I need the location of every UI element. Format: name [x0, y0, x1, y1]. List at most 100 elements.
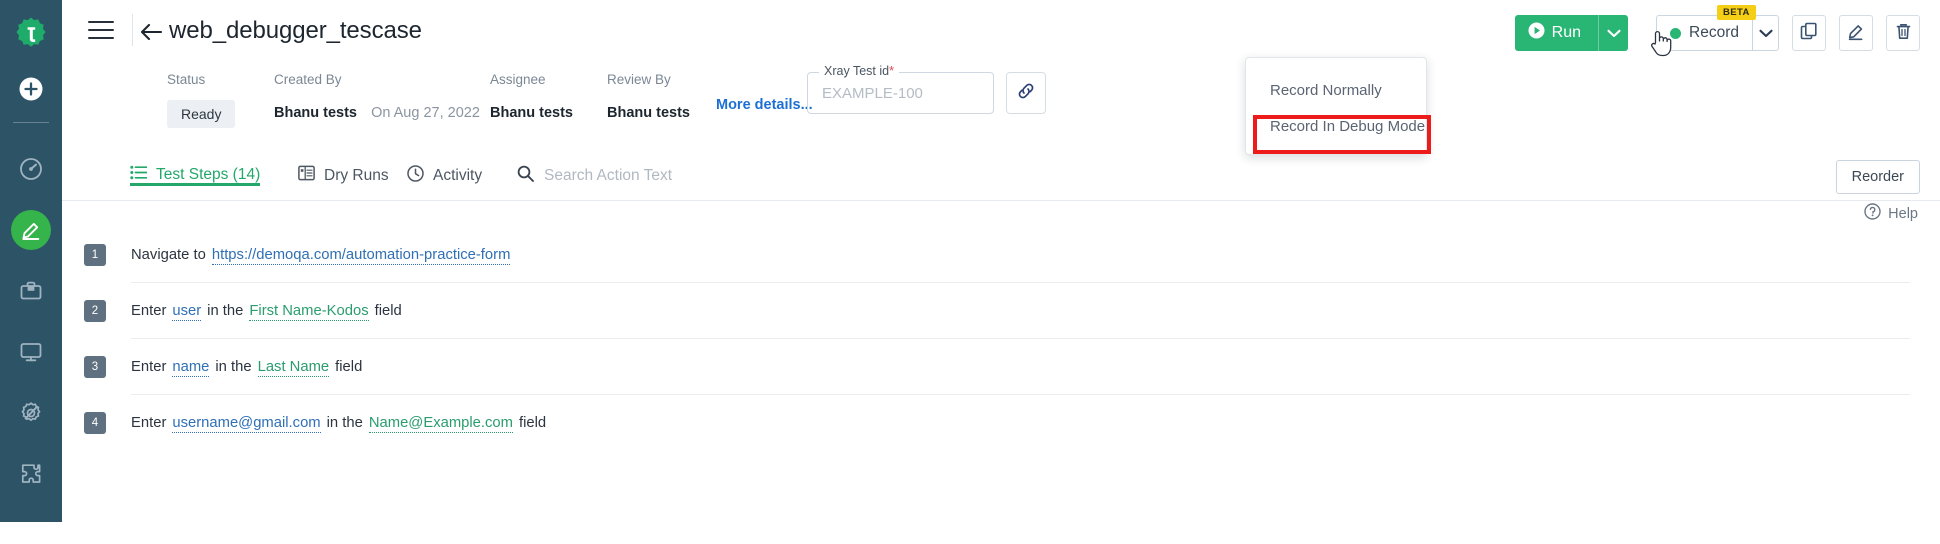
left-nav-rail [0, 0, 62, 522]
step-number-badge: 4 [84, 412, 106, 434]
step-token-element-name: Name@Example.com [368, 415, 513, 433]
play-circle-icon [1528, 22, 1545, 44]
taas-logo-icon[interactable] [11, 14, 51, 54]
clock-icon [407, 165, 424, 187]
record-button[interactable]: Record [1656, 15, 1752, 51]
step-description: Navigate to https://demoqa.com/automation… [131, 246, 511, 265]
xray-test-id-input[interactable] [809, 74, 992, 112]
add-new-button[interactable] [18, 76, 44, 102]
created-by-date: On Aug 27, 2022 [371, 105, 480, 121]
tab-test-steps[interactable]: Test Steps (14) [130, 165, 261, 186]
back-arrow-icon[interactable] [136, 18, 166, 46]
step-text-plain: in the [207, 302, 244, 319]
meta-assignee-label: Assignee [490, 72, 546, 87]
meta-assignee: Assignee Bhanu tests [490, 72, 573, 121]
sidebar-item-debug[interactable] [11, 393, 51, 433]
step-row[interactable]: 4 Enter username@gmail.com in the Name@Examp… [84, 395, 1910, 451]
step-text-plain: field [374, 302, 402, 319]
run-button-label: Run [1551, 24, 1582, 41]
copy-test-button[interactable] [1792, 15, 1826, 51]
tab-bar: Test Steps (14) Dry Runs Activity Search… [62, 154, 1940, 201]
grid-table-icon [298, 165, 315, 186]
meta-created-by-value: Bhanu tests On Aug 27, 2022 [274, 105, 480, 121]
hamburger-menu-icon[interactable] [88, 19, 114, 41]
pencil-edit-icon [19, 218, 43, 242]
meta-status-label: Status [167, 72, 206, 87]
header-actions: Run BETA Record [1514, 5, 1920, 52]
step-number-badge: 2 [84, 299, 106, 322]
rail-item-list [0, 149, 62, 494]
edit-test-button[interactable] [1839, 15, 1873, 51]
status-badge: Ready [167, 100, 236, 128]
sidebar-item-dashboard[interactable] [11, 149, 51, 189]
step-token-input-value: name [172, 358, 210, 377]
step-text-plain: field [518, 415, 547, 431]
meta-status: Status Ready [167, 72, 236, 128]
step-url-link[interactable]: https://demoqa.com/automation-practice-f… [211, 246, 511, 265]
step-token-input-value: username@gmail.com [172, 415, 321, 433]
run-options-caret-button[interactable] [1598, 15, 1629, 51]
briefcase-icon [18, 278, 44, 304]
dashboard-speedometer-icon [18, 156, 44, 182]
page-title: web_debugger_tescase [169, 17, 422, 44]
tab-activity-label: Activity [433, 167, 483, 184]
step-number-badge: 1 [84, 243, 106, 266]
run-button[interactable]: Run [1514, 15, 1599, 51]
record-button-label: Record [1689, 24, 1739, 41]
delete-test-button[interactable] [1886, 15, 1920, 51]
step-text-plain: in the [326, 415, 363, 431]
sidebar-item-authoring[interactable] [11, 210, 51, 250]
rail-divider [13, 122, 49, 123]
menu-item-record-debug-mode[interactable]: Record In Debug Mode [1246, 108, 1426, 144]
bug-settings-icon [18, 400, 44, 426]
step-row[interactable]: 3 Enter name in the Last Name field [84, 339, 1910, 395]
meta-created-by-label: Created By [274, 72, 342, 87]
sidebar-item-projects[interactable] [11, 271, 51, 311]
search-action-text-box [517, 165, 794, 187]
header-divider [132, 14, 133, 46]
sidebar-item-integrations[interactable] [11, 454, 51, 494]
meta-review-by-value: Bhanu tests [607, 105, 690, 121]
link-xray-button[interactable] [1006, 72, 1046, 114]
record-options-menu: Record Normally Record In Debug Mode [1245, 57, 1427, 155]
menu-item-record-normally[interactable]: Record Normally [1246, 72, 1426, 108]
step-description: Enter username@gmail.com in the Name@Exampl… [131, 415, 547, 433]
test-metadata-bar: Status Ready Created By Bhanu tests On A… [62, 64, 1940, 154]
run-button-group: Run [1514, 15, 1629, 51]
step-text-plain: Navigate to [131, 246, 206, 263]
tab-dry-runs[interactable]: Dry Runs [298, 165, 389, 186]
step-text-plain: in the [215, 358, 252, 375]
monitor-screen-icon [18, 339, 44, 365]
help-label: Help [1888, 205, 1918, 222]
step-row[interactable]: 1 Navigate to https://demoqa.com/automatio… [84, 227, 1910, 283]
chevron-down-icon [1606, 26, 1621, 41]
record-dot-icon [1670, 27, 1682, 39]
step-description: Enter name in the Last Name field [131, 358, 363, 377]
tab-activity[interactable]: Activity [407, 165, 482, 187]
help-link[interactable]: Help [1864, 203, 1918, 224]
more-details-link[interactable]: More details... [716, 97, 813, 113]
step-row[interactable]: 2 Enter user in the First Name-Kodos field [84, 283, 1910, 339]
rail-bottom-spacer [0, 522, 62, 544]
step-text-plain: Enter [131, 302, 167, 319]
sidebar-item-devices[interactable] [11, 332, 51, 372]
tab-test-steps-label: Test Steps (14) [156, 166, 261, 183]
step-description: Enter user in the First Name-Kodos field [131, 302, 402, 321]
chevron-down-icon [1758, 26, 1773, 41]
meta-created-by: Created By Bhanu tests On Aug 27, 2022 [274, 72, 480, 121]
question-circle-icon [1864, 203, 1881, 224]
step-text-plain: field [335, 358, 363, 375]
test-steps-list: 1 Navigate to https://demoqa.com/automatio… [62, 227, 1940, 544]
meta-assignee-value: Bhanu tests [490, 105, 573, 121]
xray-test-id-field: Xray Test id* [807, 64, 994, 114]
list-icon [130, 165, 148, 185]
search-input[interactable] [544, 167, 794, 185]
tab-dry-runs-label: Dry Runs [324, 166, 389, 184]
reorder-button[interactable]: Reorder [1835, 160, 1920, 194]
page-header: web_debugger_tescase Run BETA Record [62, 0, 1940, 64]
puzzle-piece-icon [18, 461, 44, 487]
record-button-group: BETA Record [1656, 5, 1779, 51]
record-options-caret-button[interactable] [1752, 15, 1779, 51]
link-chain-icon [1016, 81, 1036, 106]
beta-badge: BETA [1717, 5, 1756, 20]
